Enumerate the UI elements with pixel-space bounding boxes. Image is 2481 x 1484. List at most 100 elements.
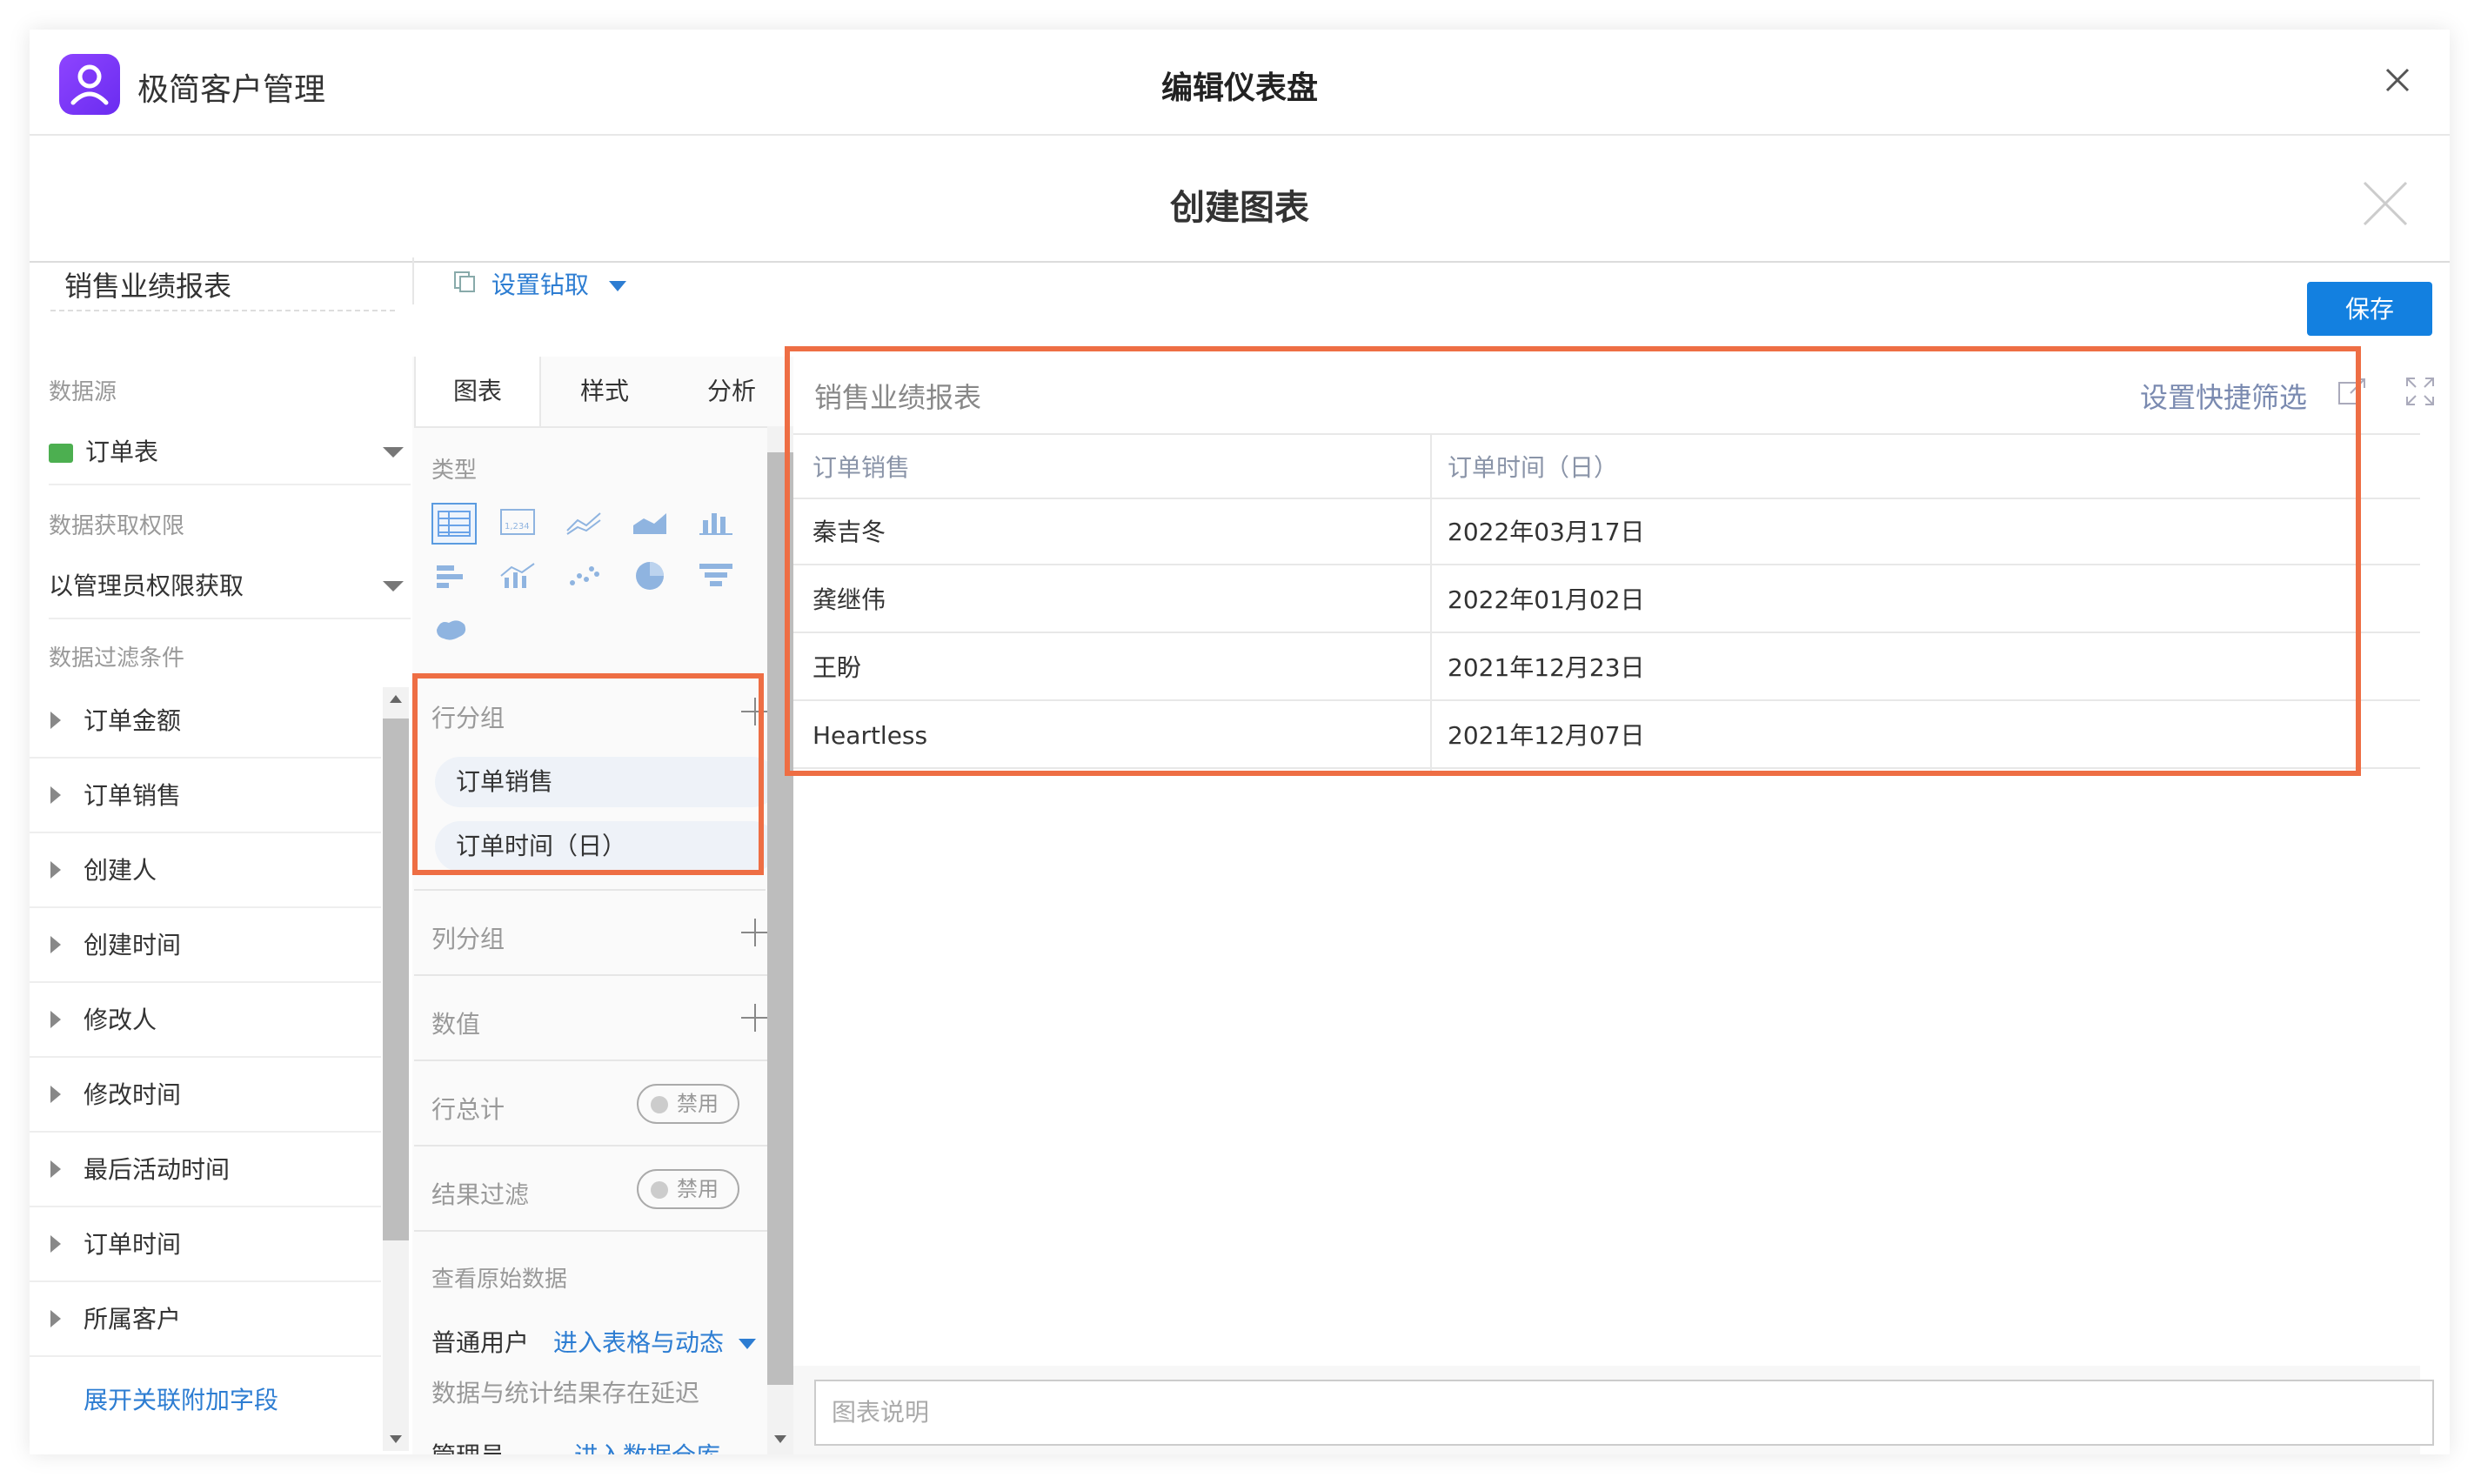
- filter-field-item[interactable]: 订单时间: [30, 1207, 381, 1282]
- bar-chart-icon[interactable]: [696, 505, 736, 539]
- filter-field-label: 订单销售: [84, 781, 182, 810]
- table-row: 秦吉冬 2022年03月17日: [793, 499, 2420, 565]
- close-icon[interactable]: [2380, 63, 2415, 97]
- tab-style[interactable]: 样式: [541, 357, 668, 426]
- drill-setting-button[interactable]: 设置钻取: [452, 266, 626, 304]
- filter-field-item[interactable]: 创建时间: [30, 908, 381, 983]
- raw-data-label: 查看原始数据: [431, 1267, 568, 1293]
- filter-field-label: 所属客户: [84, 1305, 182, 1334]
- add-value-plus-icon[interactable]: [739, 1002, 771, 1033]
- triangle-right-icon: [50, 1235, 61, 1253]
- filter-field-item[interactable]: 订单销售: [30, 759, 381, 833]
- scatter-chart-icon[interactable]: [564, 558, 604, 593]
- table-cell: 龚继伟: [813, 585, 886, 614]
- number-card-icon[interactable]: 1,234: [498, 505, 538, 539]
- row-group-item-order-time[interactable]: 订单时间（日）: [435, 821, 778, 872]
- scroll-up-icon[interactable]: [388, 692, 404, 705]
- value-label: 数值: [431, 1010, 481, 1039]
- row-group-item-sales[interactable]: 订单销售: [435, 757, 778, 807]
- table-cell: 2021年12月07日: [1448, 721, 1645, 750]
- add-column-group-plus-icon[interactable]: [739, 917, 771, 948]
- admin-link-text: 进入数据仓库: [574, 1441, 720, 1454]
- triangle-right-icon: [50, 1011, 61, 1028]
- table-cell: 王盼: [813, 653, 862, 682]
- dialog-header: 创建图表: [30, 136, 2450, 263]
- row-total-state: 禁用: [677, 1092, 719, 1116]
- normal-user-link-text: 进入表格与动态: [553, 1328, 725, 1357]
- result-filter-section: 结果过滤 禁用: [414, 1146, 793, 1232]
- filter-field-label: 最后活动时间: [84, 1155, 231, 1184]
- chart-name-input[interactable]: 销售业绩报表: [50, 261, 395, 311]
- toggle-dot: [651, 1096, 668, 1113]
- pie-chart-icon[interactable]: [630, 558, 670, 593]
- filter-field-label: 订单金额: [84, 706, 182, 735]
- scroll-down-icon[interactable]: [772, 1434, 788, 1446]
- table-cell: 秦吉冬: [813, 518, 886, 546]
- filter-field-label: 创建人: [84, 856, 157, 885]
- column-group-label: 列分组: [431, 925, 505, 953]
- combo-chart-icon[interactable]: [498, 558, 538, 593]
- horizontal-bar-icon[interactable]: [431, 558, 471, 593]
- dialog-close-icon[interactable]: [2361, 179, 2410, 228]
- table-header-row: 订单销售 订单时间（日）: [793, 433, 2420, 499]
- row-total-toggle[interactable]: 禁用: [637, 1084, 739, 1124]
- row-group-label: 行分组: [431, 704, 505, 732]
- triangle-right-icon: [50, 1086, 61, 1103]
- toggle-dot: [651, 1181, 668, 1199]
- result-filter-toggle[interactable]: 禁用: [637, 1169, 739, 1209]
- filter-field-label: 创建时间: [84, 931, 182, 959]
- left-scrollbar-thumb[interactable]: [383, 719, 409, 1240]
- expand-related-fields-link[interactable]: 展开关联附加字段: [84, 1381, 278, 1416]
- chart-description-input[interactable]: 图表说明: [814, 1380, 2434, 1446]
- table-header-cell: 订单销售: [813, 453, 911, 482]
- filter-field-item[interactable]: 创建人: [30, 833, 381, 908]
- triangle-right-icon: [50, 786, 61, 804]
- filter-field-label: 订单时间: [84, 1230, 182, 1259]
- funnel-chart-icon[interactable]: [696, 558, 736, 593]
- tab-analysis[interactable]: 分析: [668, 357, 795, 426]
- triangle-right-icon: [50, 712, 61, 729]
- map-chart-icon[interactable]: [431, 612, 471, 647]
- triangle-right-icon: [50, 1160, 61, 1178]
- admin-link[interactable]: 进入数据仓库: [574, 1437, 720, 1454]
- scroll-down-icon[interactable]: [388, 1434, 404, 1446]
- row-total-section: 行总计 禁用: [414, 1061, 793, 1146]
- caret-down-icon: [738, 1339, 756, 1349]
- line-chart-icon[interactable]: [564, 505, 604, 539]
- filter-field-item[interactable]: 最后活动时间: [30, 1133, 381, 1207]
- table-cell: 2021年12月23日: [1448, 653, 1645, 682]
- delay-note: 数据与统计结果存在延迟: [431, 1379, 700, 1407]
- mid-scrollbar-thumb[interactable]: [767, 452, 793, 1385]
- value-section: 数值: [414, 976, 793, 1061]
- config-tabs: 图表 样式 分析: [414, 357, 797, 428]
- datasource-select[interactable]: 订单表: [49, 419, 411, 485]
- permission-select[interactable]: 以管理员权限获取: [49, 553, 411, 619]
- filter-field-item[interactable]: 修改时间: [30, 1058, 381, 1133]
- quick-filter-link[interactable]: 设置快捷筛选: [2140, 376, 2307, 416]
- export-icon[interactable]: [2337, 376, 2368, 407]
- datasource-label: 数据源: [49, 379, 117, 405]
- result-filter-label: 结果过滤: [431, 1180, 530, 1209]
- window-title: 编辑仪表盘: [1160, 70, 1318, 106]
- table-chart-icon[interactable]: [431, 503, 477, 545]
- fullscreen-icon[interactable]: [2404, 376, 2436, 407]
- filter-field-item[interactable]: 所属客户: [30, 1282, 381, 1357]
- table-row: Heartless 2021年12月07日: [793, 703, 2420, 769]
- filter-label: 数据过滤条件: [49, 645, 185, 672]
- tab-chart[interactable]: 图表: [414, 357, 541, 426]
- area-chart-icon[interactable]: [630, 505, 670, 539]
- table-cell: 2022年03月17日: [1448, 518, 1645, 546]
- save-button[interactable]: 保存: [2307, 282, 2432, 336]
- add-row-group-plus-icon[interactable]: [739, 696, 771, 727]
- normal-user-link[interactable]: 进入表格与动态: [553, 1324, 756, 1359]
- triangle-right-icon: [50, 1310, 61, 1327]
- row-total-label: 行总计: [431, 1095, 505, 1124]
- filter-field-item[interactable]: 修改人: [30, 983, 381, 1058]
- drill-icon: [452, 267, 477, 305]
- filter-field-item[interactable]: 订单金额: [30, 684, 381, 759]
- table-cell: Heartless: [813, 721, 928, 750]
- drill-label: 设置钻取: [491, 271, 589, 299]
- table-row: 王盼 2021年12月23日: [793, 635, 2420, 701]
- triangle-right-icon: [50, 861, 61, 879]
- triangle-right-icon: [50, 936, 61, 953]
